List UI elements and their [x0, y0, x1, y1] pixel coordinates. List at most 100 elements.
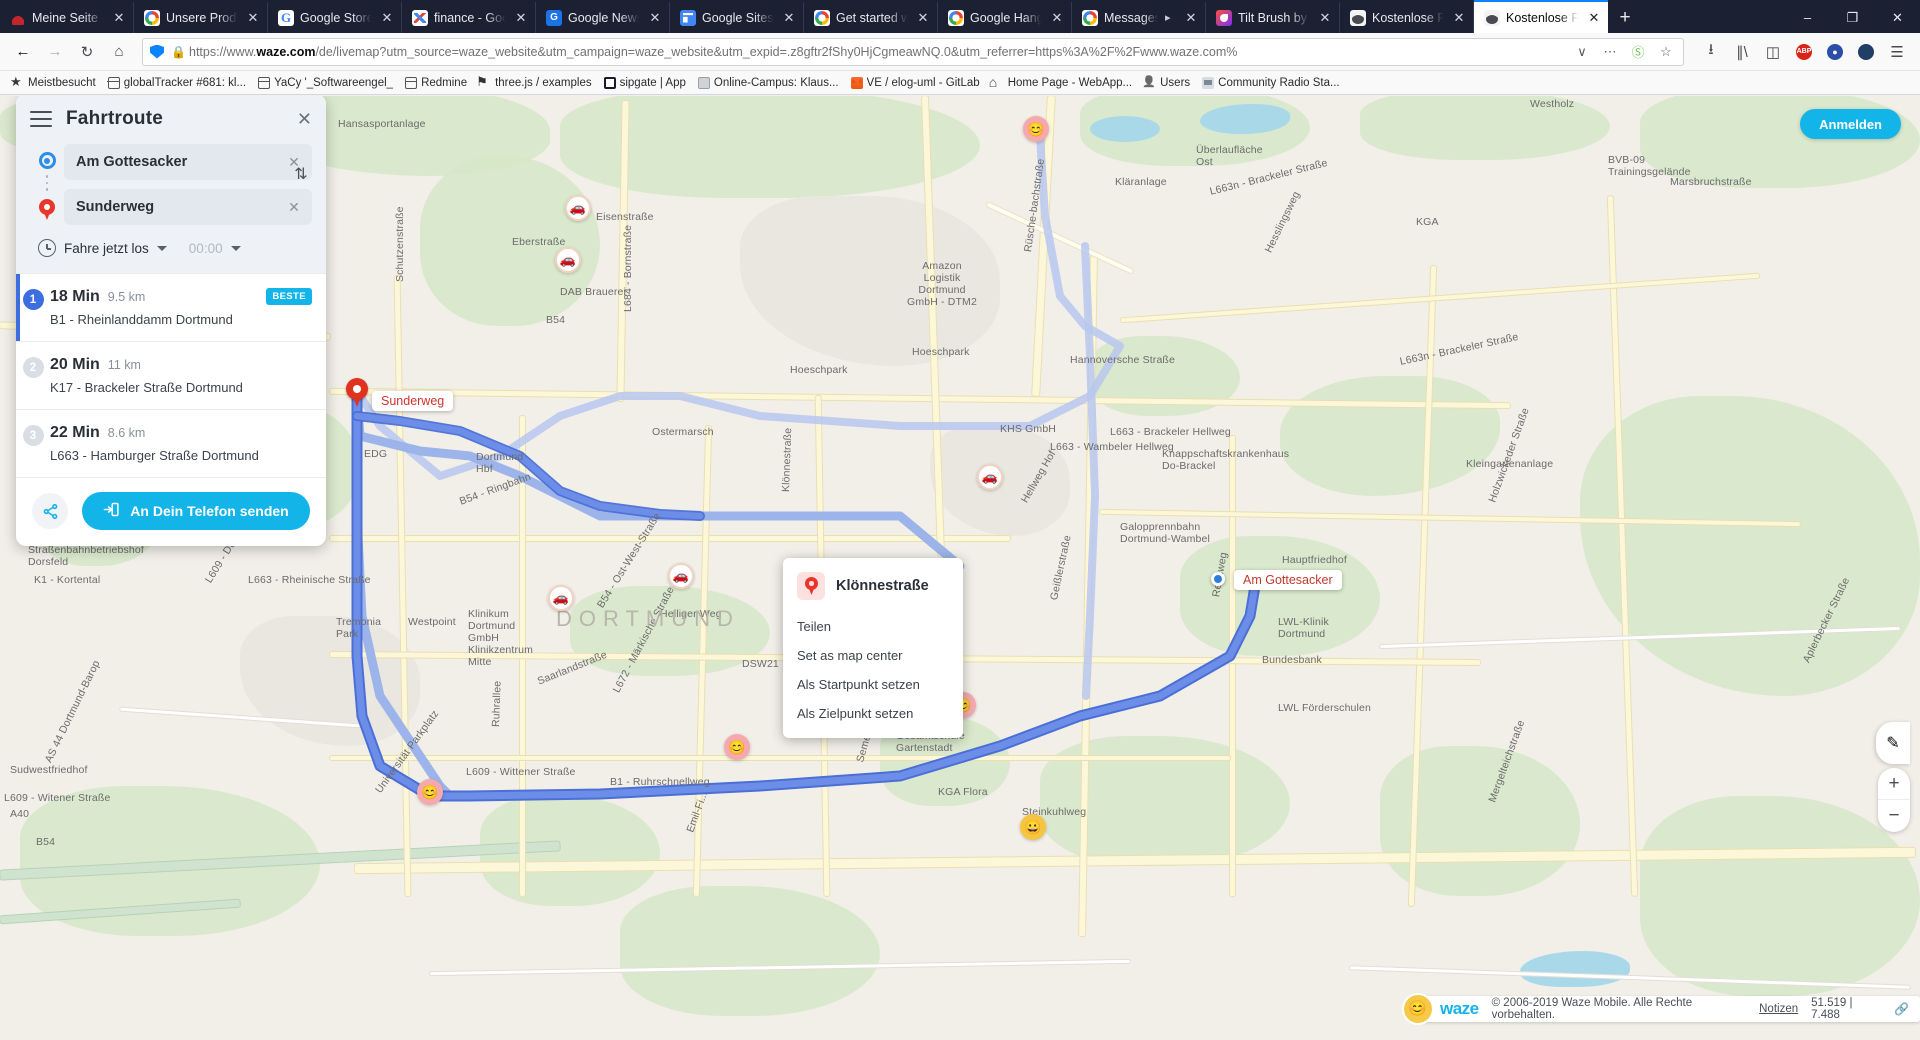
context-menu-item-set-map-center[interactable]: Set as map center [783, 641, 963, 670]
bookmark-item[interactable]: Meistbesucht [6, 75, 102, 91]
notes-link[interactable]: Notizen [1759, 1003, 1798, 1015]
bookmark-star-icon[interactable]: ☆ [1655, 40, 1677, 64]
tracking-protection-icon[interactable] [149, 44, 165, 60]
waze-mood-icon[interactable]: 😊 [724, 734, 750, 760]
lock-icon[interactable]: 🔒 [171, 45, 186, 59]
address-bar[interactable]: 🔒 https://www.waze.com/de/livemap?utm_so… [142, 37, 1684, 66]
tab-close-icon[interactable]: ✕ [915, 10, 931, 26]
route-option-row[interactable]: 2 20 Min 11 km K17 - Brackeler Straße Do… [16, 341, 326, 409]
waze-livemap[interactable]: Hansa Westholz Kläranlage BVB-09 Trainin… [0, 96, 1920, 1040]
clear-destination-icon[interactable]: ✕ [284, 199, 304, 216]
library-icon[interactable]: ∥\ [1727, 37, 1757, 67]
context-menu-item-set-destination[interactable]: Als Zielpunkt setzen [783, 699, 963, 728]
browser-tab[interactable]: Get started with ✕ [804, 2, 938, 33]
pencil-icon[interactable]: ✎ [1876, 722, 1910, 764]
tab-close-icon[interactable]: ✕ [1049, 10, 1065, 26]
browser-tab[interactable]: Kostenlose Fah ✕ [1340, 2, 1474, 33]
close-window-button[interactable]: ✕ [1875, 2, 1920, 33]
traffic-alert-icon[interactable]: 🚗 [668, 563, 694, 589]
origin-label-chip[interactable]: Am Gottesacker [1234, 570, 1342, 590]
menu-icon[interactable]: ☰ [1882, 37, 1912, 67]
page-actions-icon[interactable]: ⋯ [1599, 40, 1621, 64]
departure-when-label[interactable]: Fahre jetzt los [64, 241, 149, 256]
close-icon[interactable]: ✕ [297, 110, 312, 128]
route-option-row[interactable]: 3 22 Min 8.6 km L663 - Hamburger Straße … [16, 409, 326, 477]
route-option-row[interactable]: 1 18 Min 9.5 km BESTE B1 - Rheinlanddamm… [16, 273, 326, 341]
tab-close-icon[interactable]: ✕ [1451, 10, 1467, 26]
destination-field[interactable]: ✕ [64, 189, 312, 225]
zoom-out-button[interactable]: − [1878, 800, 1910, 832]
bookmark-item[interactable]: Online-Campus: Klaus... [692, 75, 845, 91]
bookmark-item[interactable]: three.js / examples [473, 74, 598, 92]
adblock-icon[interactable]: ABP [1789, 37, 1819, 67]
bookmark-item[interactable]: Redmine [399, 75, 473, 91]
traffic-alert-icon[interactable]: 🚗 [555, 247, 581, 273]
ghostery-icon[interactable] [1851, 37, 1881, 67]
hamburger-menu-icon[interactable] [30, 111, 52, 127]
tab-close-icon[interactable]: ✕ [1317, 10, 1333, 26]
download-icon[interactable]: ⭳ [1696, 37, 1726, 67]
destination-input[interactable] [76, 199, 284, 215]
tab-close-icon[interactable]: ✕ [647, 10, 663, 26]
send-to-phone-button[interactable]: An Dein Telefon senden [82, 492, 310, 530]
sidebar-icon[interactable]: ◫ [1758, 37, 1788, 67]
reload-button[interactable]: ↻ [72, 37, 102, 67]
bookmark-item[interactable]: sipgate | App [598, 75, 692, 91]
waze-mood-icon[interactable]: 😀 [1020, 814, 1046, 840]
bookmark-item[interactable]: VE / elog-uml - GitLab [845, 75, 986, 91]
picture-in-picture-icon[interactable]: ▸ [1165, 11, 1177, 24]
bookmark-item[interactable]: YaCy '_Softwareengel_ [252, 75, 399, 91]
bookmark-item[interactable]: Community Radio Sta... [1196, 75, 1345, 91]
home-button[interactable]: ⌂ [104, 37, 134, 67]
browser-tab[interactable]: Google Store fü ✕ [268, 2, 402, 33]
chevron-down-icon[interactable]: ∨ [1571, 40, 1593, 64]
tab-close-icon[interactable]: ✕ [245, 10, 261, 26]
origin-dot-marker[interactable] [1211, 572, 1225, 586]
context-menu-item-share[interactable]: Teilen [783, 612, 963, 641]
tab-close-icon[interactable]: ✕ [379, 10, 395, 26]
privacy-badger-icon[interactable]: ● [1820, 37, 1850, 67]
browser-tab-active[interactable]: Kostenlose Fah ✕ [1474, 0, 1608, 33]
destination-pin-marker[interactable] [346, 378, 368, 408]
zoom-in-button[interactable]: + [1878, 768, 1910, 800]
tab-close-icon[interactable]: ✕ [513, 10, 529, 26]
tab-close-icon[interactable]: ✕ [1586, 10, 1602, 26]
share-icon[interactable] [32, 493, 68, 529]
new-tab-button[interactable]: + [1608, 2, 1642, 33]
tab-close-icon[interactable]: ✕ [1183, 10, 1199, 26]
browser-tab[interactable]: Tilt Brush by Go ✕ [1206, 2, 1340, 33]
destination-label-chip[interactable]: Sunderweg [372, 391, 454, 411]
route-planner-panel[interactable]: Fahrtroute ✕ ✕ [16, 96, 326, 546]
traffic-alert-icon[interactable]: 🚗 [977, 464, 1003, 490]
departure-time-value[interactable]: 00:00 [189, 241, 223, 256]
waze-mood-icon[interactable]: 😊 [1023, 116, 1049, 142]
maximize-button[interactable]: ❐ [1830, 2, 1875, 33]
context-menu-item-set-start[interactable]: Als Startpunkt setzen [783, 670, 963, 699]
reader-mode-icon[interactable]: Ⓢ [1627, 40, 1649, 64]
map-viewport[interactable]: Hansa Westholz Kläranlage BVB-09 Trainin… [0, 96, 1920, 1040]
traffic-alert-icon[interactable]: 🚗 [565, 195, 591, 221]
browser-tab[interactable]: Google Hangou ✕ [938, 2, 1072, 33]
waze-mood-icon[interactable]: 😊 [417, 779, 443, 805]
browser-tab[interactable]: Meine Seite - S ✕ [0, 2, 134, 33]
tab-close-icon[interactable]: ✕ [111, 10, 127, 26]
bookmark-item[interactable]: Users [1138, 75, 1196, 91]
origin-field[interactable]: ✕ [64, 144, 312, 180]
browser-tab[interactable]: Messages by ▸ ✕ [1072, 2, 1206, 33]
browser-tab[interactable]: Google News ✕ [536, 2, 670, 33]
tab-close-icon[interactable]: ✕ [781, 10, 797, 26]
chevron-down-icon[interactable] [156, 245, 167, 251]
sign-in-button[interactable]: Anmelden [1800, 109, 1901, 139]
forward-button[interactable]: → [40, 37, 70, 67]
bookmark-item[interactable]: Home Page - WebApp... [986, 74, 1138, 92]
back-button[interactable]: ← [8, 37, 38, 67]
link-icon[interactable]: 🔗 [1894, 1002, 1909, 1016]
map-context-menu[interactable]: Klönnestraße Teilen Set as map center Al… [783, 558, 963, 738]
browser-tab[interactable]: Unsere Produkt ✕ [134, 2, 268, 33]
traffic-alert-icon[interactable]: 🚗 [548, 585, 574, 611]
bookmark-item[interactable]: globalTracker #681: kl... [102, 75, 252, 91]
swap-vertical-icon[interactable]: ⇅ [288, 158, 314, 192]
minimize-button[interactable]: – [1785, 2, 1830, 33]
browser-tab[interactable]: Google Sites ✕ [670, 2, 804, 33]
origin-input[interactable] [76, 154, 284, 170]
